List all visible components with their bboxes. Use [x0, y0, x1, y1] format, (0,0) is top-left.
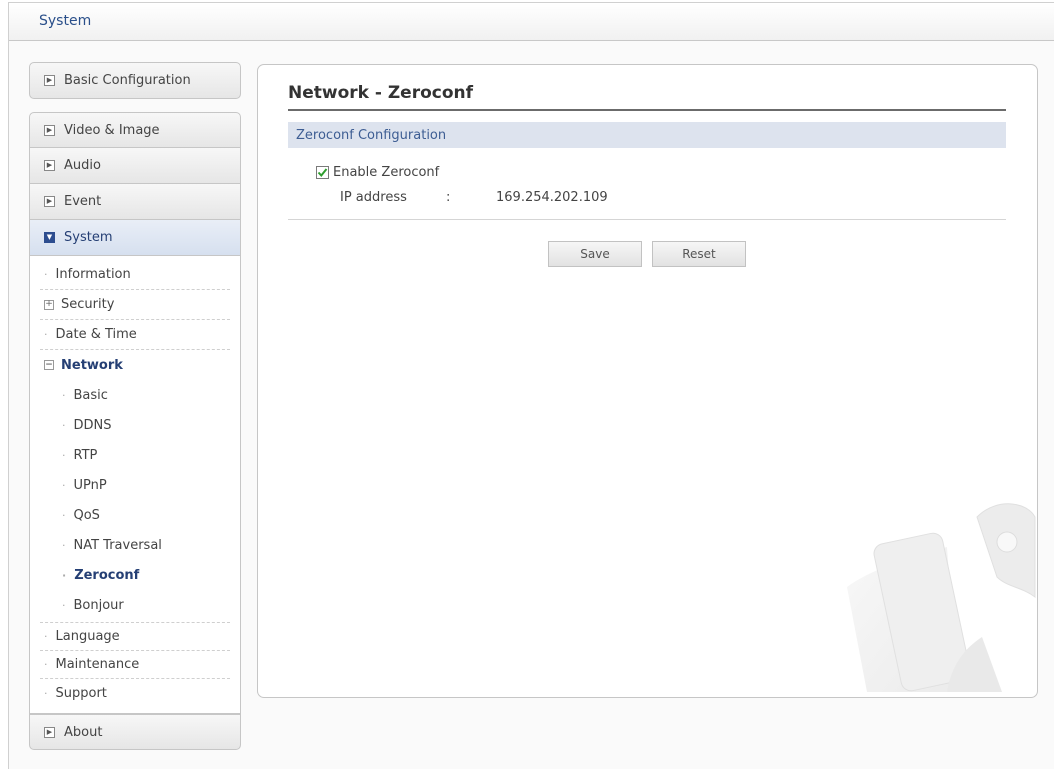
header-title: System [39, 13, 92, 29]
main-panel: Network - Zeroconf Zeroconf Configuratio… [257, 64, 1038, 698]
system-submenu: · Information + Security · Date & Time −… [29, 256, 241, 714]
sidebar-item-label: Zeroconf [74, 567, 140, 583]
sidebar-item-maintenance[interactable]: · Maintenance [40, 651, 230, 679]
sidebar-item-support[interactable]: · Support [40, 679, 230, 707]
bullet-icon: · [62, 508, 66, 522]
bullet-icon: · [44, 328, 48, 341]
sidebar-item-bonjour[interactable]: · Bonjour [40, 590, 230, 620]
network-submenu: · Basic · DDNS · RTP · UPnP · QoS · NAT … [40, 380, 230, 623]
sidebar-item-label: NAT Traversal [73, 537, 162, 553]
nav-about[interactable]: ▶ About [29, 714, 241, 750]
section-header: Zeroconf Configuration [288, 122, 1006, 148]
sidebar-item-label: Maintenance [55, 657, 140, 672]
collapsed-arrow-icon: ▶ [44, 124, 55, 136]
sidebar-item-basic[interactable]: · Basic [40, 380, 230, 410]
collapsed-arrow-icon: ▶ [44, 726, 55, 738]
tools-watermark-icon [847, 503, 1036, 692]
sidebar-item-label: DDNS [73, 417, 112, 433]
nav-label: Audio [64, 158, 101, 173]
collapsed-arrow-icon: ▶ [44, 75, 55, 86]
ip-address-value: 169.254.202.109 [496, 190, 608, 205]
enable-zeroconf-label: Enable Zeroconf [333, 165, 440, 180]
bullet-icon: · [62, 388, 66, 402]
top-header: System [9, 3, 1054, 41]
sidebar-item-information[interactable]: · Information [40, 260, 230, 290]
form-divider [288, 219, 1006, 220]
sidebar-item-date-time[interactable]: · Date & Time [40, 320, 230, 350]
ip-address-colon: : [446, 190, 451, 205]
collapse-minus-icon[interactable]: − [44, 360, 54, 370]
bullet-icon: · [44, 268, 48, 281]
checkmark-icon [317, 168, 328, 178]
expanded-arrow-icon: ▼ [44, 232, 55, 243]
nav-label: Event [64, 194, 102, 209]
sidebar-item-label: Language [55, 629, 120, 644]
ip-address-label: IP address [340, 190, 407, 205]
bullet-icon: · [62, 598, 66, 612]
enable-zeroconf-checkbox[interactable] [316, 166, 329, 179]
sidebar-item-label: Support [55, 685, 107, 701]
bullet-icon: · [44, 686, 48, 700]
nav-video-image[interactable]: ▶ Video & Image [29, 112, 241, 148]
nav-label: Basic Configuration [64, 73, 191, 88]
page-title: Network - Zeroconf [288, 83, 474, 103]
bullet-icon: · [62, 448, 66, 462]
sidebar-item-language[interactable]: · Language [40, 623, 230, 651]
sidebar-item-label: QoS [73, 507, 100, 523]
title-divider [288, 109, 1006, 111]
nav-audio[interactable]: ▶ Audio [29, 148, 241, 184]
sidebar-item-zeroconf[interactable]: · Zeroconf [40, 560, 230, 590]
bullet-icon: · [62, 418, 66, 432]
save-button[interactable]: Save [548, 241, 642, 267]
sidebar-item-rtp[interactable]: · RTP [40, 440, 230, 470]
sidebar-item-label: UPnP [73, 477, 107, 493]
sidebar-item-label: RTP [73, 447, 98, 463]
bullet-icon: · [62, 568, 67, 582]
nav-event[interactable]: ▶ Event [29, 184, 241, 220]
bullet-icon: · [62, 478, 66, 492]
sidebar-item-label: Network [61, 357, 123, 373]
sidebar-item-network[interactable]: − Network [40, 350, 230, 380]
sidebar-item-upnp[interactable]: · UPnP [40, 470, 230, 500]
bullet-icon: · [44, 658, 48, 671]
sidebar-item-label: Date & Time [55, 327, 137, 342]
sidebar-item-qos[interactable]: · QoS [40, 500, 230, 530]
collapsed-arrow-icon: ▶ [44, 196, 55, 207]
nav-system[interactable]: ▼ System [29, 220, 241, 256]
sidebar-item-label: Security [61, 297, 115, 312]
sidebar-item-label: Basic [73, 387, 108, 403]
sidebar-item-security[interactable]: + Security [40, 290, 230, 320]
sidebar: ▶ Basic Configuration ▶ Video & Image ▶ … [29, 62, 241, 750]
reset-button[interactable]: Reset [652, 241, 746, 267]
nav-label: About [64, 724, 103, 740]
nav-label: Video & Image [64, 122, 160, 138]
expand-plus-icon[interactable]: + [44, 299, 54, 310]
bullet-icon: · [44, 630, 48, 643]
collapsed-arrow-icon: ▶ [44, 160, 55, 171]
sidebar-item-nat-traversal[interactable]: · NAT Traversal [40, 530, 230, 560]
sidebar-item-label: Information [55, 267, 131, 282]
sidebar-item-ddns[interactable]: · DDNS [40, 410, 230, 440]
nav-basic-configuration[interactable]: ▶ Basic Configuration [29, 62, 241, 99]
bullet-icon: · [62, 538, 66, 552]
nav-label: System [64, 230, 113, 245]
sidebar-item-label: Bonjour [73, 597, 124, 613]
enable-zeroconf-row: Enable Zeroconf [316, 165, 439, 180]
